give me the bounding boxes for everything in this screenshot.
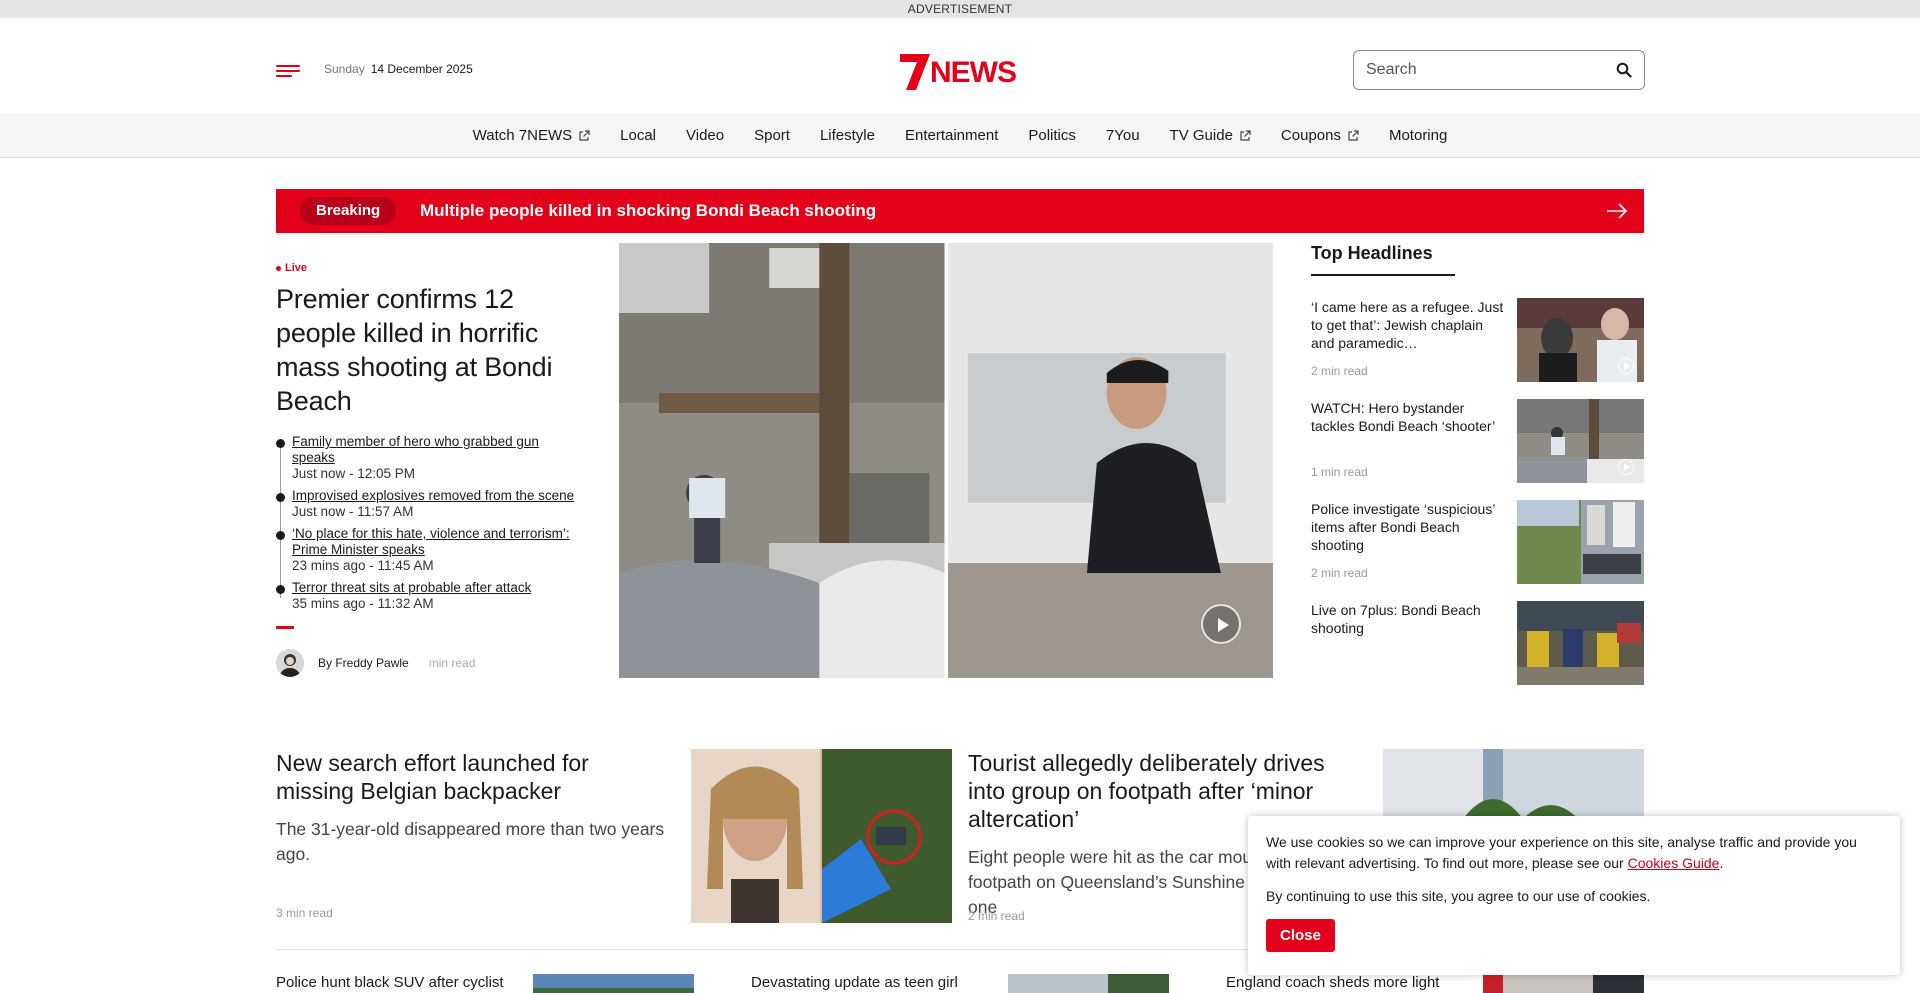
lead-story: Live Premier confirms 12 people killed i…: [276, 262, 576, 677]
story-card[interactable]: New search effort launched for missing B…: [276, 749, 671, 923]
hero-video[interactable]: [619, 243, 1273, 678]
live-label: Live: [285, 262, 308, 274]
headline-link[interactable]: ‘I came here as a refugee. Just to get t…: [1311, 298, 1506, 352]
external-link-icon: [1240, 129, 1251, 141]
list-item[interactable]: Police investigate ‘suspicious’ items af…: [1311, 500, 1644, 585]
list-item: Family member of hero who grabbed gun sp…: [276, 434, 576, 482]
play-icon: [1618, 358, 1634, 374]
nav-7you[interactable]: 7You: [1106, 127, 1140, 144]
nav-label: TV Guide: [1169, 127, 1233, 144]
story-headline[interactable]: Devastating update as teen girl: [751, 974, 958, 991]
read-time: 2 min read: [968, 909, 1025, 923]
cookie-message: We use cookies so we can improve your ex…: [1266, 834, 1857, 871]
thumbnail[interactable]: [1483, 974, 1644, 993]
cookie-consent-text: By continuing to use this site, you agre…: [1266, 888, 1651, 904]
story-headline[interactable]: Police hunt black SUV after cyclist: [276, 974, 504, 991]
main-nav: Watch 7NEWS Local Video Sport Lifestyle …: [0, 114, 1920, 158]
update-link[interactable]: Terror threat sits at probable after att…: [292, 580, 576, 596]
menu-icon[interactable]: [276, 63, 300, 79]
advertisement-label: ADVERTISEMENT: [0, 0, 1920, 18]
list-item: Terror threat sits at probable after att…: [276, 580, 576, 612]
dateline: Sunday 14 December 2025: [324, 62, 473, 76]
accent-divider: [276, 626, 294, 629]
update-link[interactable]: Family member of hero who grabbed gun sp…: [292, 434, 576, 466]
breaking-headline[interactable]: Multiple people killed in shocking Bondi…: [420, 201, 876, 221]
story-headline[interactable]: England coach sheds more light: [1226, 974, 1439, 991]
play-icon: [1618, 459, 1634, 475]
masthead: Sunday 14 December 2025 NEWS: [0, 18, 1920, 114]
list-item: Improvised explosives removed from the s…: [276, 488, 576, 520]
live-dot-icon: [276, 265, 281, 271]
current-date: 14 December 2025: [370, 62, 473, 76]
lead-headline[interactable]: Premier confirms 12 people killed in hor…: [276, 282, 576, 418]
update-time: Just now - 11:57 AM: [292, 504, 414, 519]
author-name[interactable]: By Freddy Pawle: [318, 656, 409, 670]
7news-logo[interactable]: NEWS: [898, 50, 1032, 90]
read-time: 3 min read: [276, 906, 333, 920]
thumbnail[interactable]: [1517, 500, 1644, 584]
story-image[interactable]: [691, 749, 952, 923]
headline-link[interactable]: Police investigate ‘suspicious’ items af…: [1311, 500, 1506, 554]
thumbnail[interactable]: [1517, 601, 1644, 685]
breaking-tag: Breaking: [300, 197, 397, 225]
story-headline[interactable]: New search effort launched for missing B…: [276, 749, 671, 805]
search-icon[interactable]: [1616, 62, 1632, 78]
nav-local[interactable]: Local: [620, 127, 656, 144]
update-time: 35 mins ago - 11:32 AM: [292, 596, 434, 611]
nav-label: Coupons: [1280, 127, 1341, 144]
hero-image-right: [947, 243, 1273, 678]
thumbnail[interactable]: [1517, 298, 1644, 382]
nav-coupons[interactable]: Coupons: [1281, 127, 1359, 144]
play-icon[interactable]: [1201, 604, 1241, 644]
thumbnail[interactable]: [1517, 399, 1644, 483]
nav-watch-7news[interactable]: Watch 7NEWS: [473, 127, 590, 144]
svg-text:NEWS: NEWS: [930, 56, 1016, 89]
cookie-text: We use cookies so we can improve your ex…: [1266, 834, 1857, 871]
nav-video[interactable]: Video: [686, 127, 724, 144]
read-time: 2 min read: [1311, 566, 1368, 580]
nav-lifestyle[interactable]: Lifestyle: [820, 127, 875, 144]
list-item[interactable]: WATCH: Hero bystander tackles Bondi Beac…: [1311, 399, 1644, 484]
nav-tv-guide[interactable]: TV Guide: [1170, 127, 1251, 144]
list-item: ‘No place for this hate, violence and te…: [276, 526, 576, 574]
headline-link[interactable]: Live on 7plus: Bondi Beach shooting: [1311, 601, 1506, 637]
update-time: 23 mins ago - 11:45 AM: [292, 558, 434, 573]
hero-image-left: [619, 243, 945, 678]
read-time: min read: [428, 656, 476, 670]
section-title: Top Headlines: [1311, 243, 1455, 276]
nav-motoring[interactable]: Motoring: [1389, 127, 1447, 144]
nav-sport[interactable]: Sport: [754, 127, 790, 144]
search-box: [1353, 50, 1645, 90]
external-link-icon: [1348, 129, 1359, 141]
external-link-icon: [579, 129, 590, 141]
byline: By Freddy Pawle min read: [276, 649, 576, 677]
nav-entertainment[interactable]: Entertainment: [905, 127, 998, 144]
current-day: Sunday: [324, 62, 365, 76]
live-updates: Family member of hero who grabbed gun sp…: [276, 434, 576, 612]
top-headlines: Top Headlines ‘I came here as a refugee.…: [1311, 243, 1644, 686]
close-button[interactable]: Close: [1266, 919, 1335, 952]
thumbnail[interactable]: [533, 974, 694, 993]
list-item[interactable]: ‘I came here as a refugee. Just to get t…: [1311, 298, 1644, 383]
breaking-news-banner[interactable]: Breaking Multiple people killed in shock…: [276, 189, 1644, 233]
read-time: 2 min read: [1311, 364, 1368, 378]
arrow-right-icon[interactable]: [1606, 203, 1628, 219]
update-link[interactable]: ‘No place for this hate, violence and te…: [292, 526, 576, 558]
cookies-guide-link[interactable]: Cookies Guide: [1628, 855, 1720, 871]
live-badge: Live: [276, 262, 576, 274]
thumbnail[interactable]: [1008, 974, 1169, 993]
list-item[interactable]: Live on 7plus: Bondi Beach shooting: [1311, 601, 1644, 686]
update-link[interactable]: Improvised explosives removed from the s…: [292, 488, 576, 504]
search-input[interactable]: [1366, 60, 1606, 80]
nav-label: Watch 7NEWS: [472, 127, 573, 144]
avatar: [276, 649, 304, 677]
headline-link[interactable]: WATCH: Hero bystander tackles Bondi Beac…: [1311, 399, 1506, 435]
update-time: Just now - 12:05 PM: [292, 466, 416, 481]
story-summary: The 31-year-old disappeared more than tw…: [276, 819, 665, 864]
cookie-banner: We use cookies so we can improve your ex…: [1248, 816, 1900, 975]
nav-politics[interactable]: Politics: [1028, 127, 1076, 144]
read-time: 1 min read: [1311, 465, 1368, 479]
